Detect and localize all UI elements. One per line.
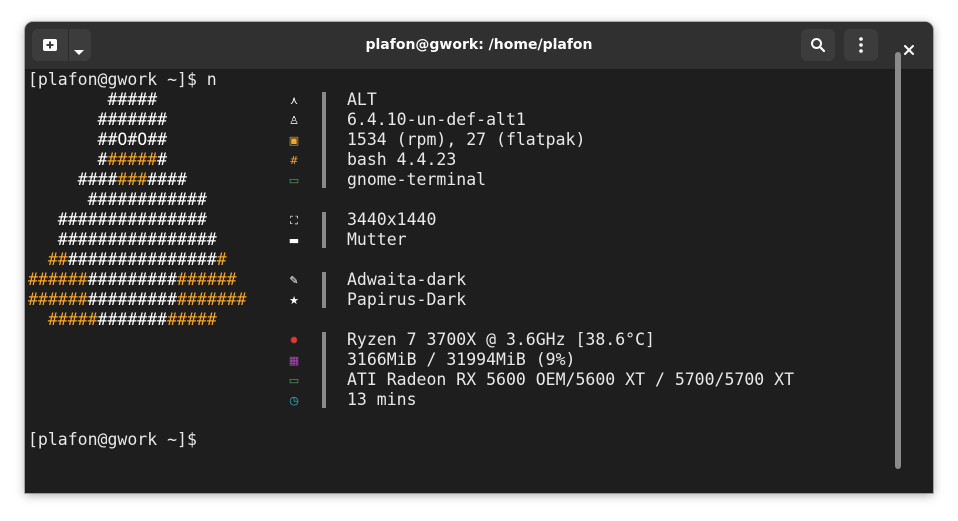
ascii-logo-segment: #####: [107, 150, 158, 169]
ascii-logo-line: ############: [28, 190, 207, 210]
ascii-logo-segment: #####: [167, 310, 217, 329]
penguin-icon: ♙: [289, 113, 299, 127]
new-tab-icon[interactable]: [41, 37, 59, 53]
info-value: 1534 (rpm), 27 (flatpak): [347, 130, 586, 149]
ascii-logo-segment: #######: [97, 310, 168, 329]
button-divider: [68, 29, 69, 61]
info-value: 13 mins: [347, 390, 417, 409]
ascii-logo-segment: #########: [87, 270, 178, 289]
info-value: Adwaita-dark: [347, 270, 467, 289]
memory-icon: ▦: [288, 353, 300, 367]
monitor-icon: ▭: [288, 373, 300, 387]
resolution-icon: ⛶: [290, 213, 298, 227]
info-separator: [322, 332, 326, 408]
ascii-logo-segment: ####: [147, 170, 187, 189]
info-separator: [322, 92, 326, 188]
ascii-logo-segment: #####: [28, 90, 158, 109]
ascii-logo-line: #######: [28, 150, 168, 170]
ascii-logo-line: ##O#O##: [28, 130, 168, 150]
ascii-logo-line: #################: [28, 310, 217, 330]
main-menu-button[interactable]: [844, 29, 878, 61]
new-tab-button[interactable]: [32, 29, 91, 61]
brush-icon: ✎: [289, 273, 299, 287]
ascii-logo-segment: #: [216, 250, 227, 269]
ascii-logo-segment: ######: [28, 270, 88, 289]
close-icon[interactable]: [904, 40, 914, 55]
ascii-logo-line: #####: [28, 90, 157, 110]
terminal-window: plafon@gwork: /home/plafon [plafon@gwork…: [25, 22, 933, 493]
ascii-logo-line: ###############: [28, 210, 207, 230]
hash-icon: #: [289, 153, 299, 167]
ascii-logo-line: #######: [28, 110, 168, 130]
ascii-logo-line: #####################: [28, 270, 237, 290]
info-value: 6.4.10-un-def-alt1: [347, 110, 526, 129]
scrollbar-track[interactable]: [918, 70, 928, 493]
info-value: 3166MiB / 31994MiB (9%): [347, 350, 576, 369]
ascii-logo-segment: ####: [28, 170, 118, 189]
chevron-down-icon[interactable]: [73, 41, 85, 55]
ascii-logo-segment: ######: [177, 270, 237, 289]
ascii-logo-segment: ################: [28, 230, 217, 249]
uptime-icon: ◷: [289, 393, 299, 407]
ascii-logo-line: ##################: [28, 250, 227, 270]
ascii-logo-segment: ###: [117, 170, 148, 189]
ascii-logo-segment: #: [157, 150, 168, 169]
search-icon[interactable]: [810, 37, 826, 53]
info-value: Ryzen 7 3700X @ 3.6GHz [38.6°C]: [347, 330, 655, 349]
info-value: 3440x1440: [347, 210, 437, 229]
info-separator: [322, 272, 326, 308]
ascii-logo-line: ###########: [28, 170, 187, 190]
header-bar: plafon@gwork: /home/plafon: [25, 22, 933, 70]
info-value: bash 4.4.23: [347, 150, 457, 169]
info-value: ATI Radeon RX 5600 OEM/5600 XT / 5700/57…: [347, 370, 795, 389]
ascii-logo-segment: ###############: [67, 250, 217, 269]
ascii-logo-segment: ##: [28, 250, 68, 269]
star-icon: ★: [289, 293, 299, 307]
search-button[interactable]: [801, 29, 835, 61]
ascii-logo-line: ################: [28, 230, 217, 250]
scrollbar-thumb[interactable]: [895, 52, 901, 469]
prompt-line: [plafon@gwork ~]$: [28, 430, 197, 449]
package-icon: ▣: [288, 133, 300, 147]
info-value: ALT: [347, 90, 377, 109]
ascii-logo-segment: #######: [177, 290, 247, 309]
info-value: gnome-terminal: [347, 170, 487, 189]
ascii-logo-segment: #########: [87, 290, 178, 309]
os-logo-icon: ⋏: [289, 93, 299, 107]
ascii-logo-segment: #######: [28, 110, 168, 129]
ascii-logo-segment: #####: [28, 310, 98, 329]
ascii-logo-segment: ######: [28, 290, 88, 309]
window-title: plafon@gwork: /home/plafon: [365, 37, 593, 53]
ascii-logo-segment: ############: [28, 190, 207, 209]
window-icon: ▬: [288, 233, 300, 247]
info-value: Papirus-Dark: [347, 290, 467, 309]
terminal-output[interactable]: [plafon@gwork ~]$ n ##### ####### ##O#O#…: [25, 70, 915, 493]
cpu-icon: ✹: [289, 333, 299, 347]
info-separator: [322, 212, 326, 248]
kebab-menu-icon[interactable]: [859, 37, 863, 53]
ascii-logo-segment: ###############: [28, 210, 207, 229]
prompt-command-line: [plafon@gwork ~]$ n: [28, 70, 217, 89]
ascii-logo-segment: #: [28, 150, 108, 169]
ascii-logo-segment: ##O#O##: [28, 130, 168, 149]
terminal-icon: ▭: [288, 173, 300, 187]
ascii-logo-line: ######################: [28, 290, 247, 310]
info-value: Mutter: [347, 230, 407, 249]
